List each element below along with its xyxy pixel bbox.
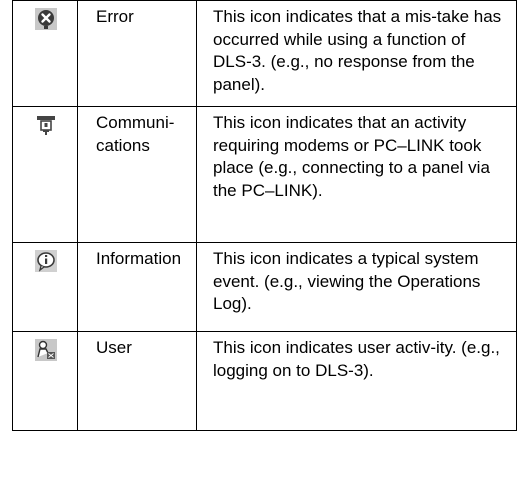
row-description: This icon indicates a typical system eve… (213, 249, 481, 313)
icon-legend-table: Error This icon indicates that a mis-tak… (12, 0, 517, 431)
row-name: Communi-cations (96, 113, 175, 155)
description-cell: This icon indicates user activ-ity. (e.g… (196, 331, 517, 431)
name-cell: Communi-cations (77, 106, 197, 243)
row-name: Information (96, 249, 182, 268)
icon-cell (12, 242, 78, 332)
description-cell: This icon indicates a typical system eve… (196, 242, 517, 332)
communications-icon (35, 114, 57, 136)
row-name: User (96, 338, 132, 357)
user-icon (35, 339, 57, 361)
row-description: This icon indicates that a mis-take has … (213, 7, 502, 94)
icon-cell (12, 106, 78, 243)
description-cell: This icon indicates that an activity req… (196, 106, 517, 243)
row-name: Error (96, 7, 134, 26)
information-icon (35, 250, 57, 272)
row-description: This icon indicates that an activity req… (213, 113, 490, 200)
table-row-communications: Communi-cations This icon indicates that… (12, 106, 517, 243)
table-row-error: Error This icon indicates that a mis-tak… (12, 0, 517, 107)
icon-cell (12, 0, 78, 107)
table-row-user: User This icon indicates user activ-ity.… (12, 331, 517, 431)
table-row-information: Information This icon indicates a typica… (12, 242, 517, 332)
description-cell: This icon indicates that a mis-take has … (196, 0, 517, 107)
name-cell: Error (77, 0, 197, 107)
name-cell: User (77, 331, 197, 431)
icon-cell (12, 331, 78, 431)
error-icon (35, 8, 57, 30)
name-cell: Information (77, 242, 197, 332)
row-description: This icon indicates user activ-ity. (e.g… (213, 338, 500, 380)
